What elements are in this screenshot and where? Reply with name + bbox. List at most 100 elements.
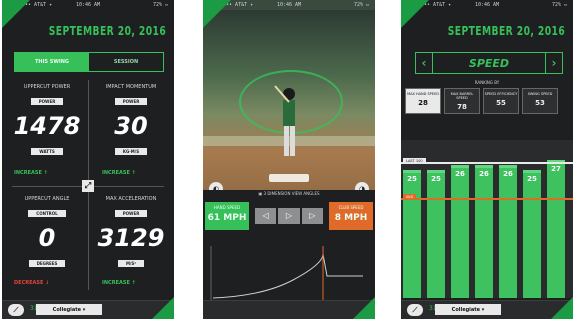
chevron-left-icon[interactable]: ‹ [416, 53, 433, 73]
metric-card[interactable]: UPPERCUT ANGLE CONTROL 0 DEGREES [10, 196, 84, 270]
bar-value-label: 25 [527, 175, 537, 183]
chip-value: 55 [496, 99, 506, 107]
bottom-bar: ⟋ 31 Collegiate ▾ [401, 300, 573, 319]
action-corner-button[interactable] [551, 297, 573, 319]
chip-label: SWING SPEED [527, 92, 553, 96]
metric-chips: MAX HAND SPEED 28 MAX BARREL SPEED 78 SP… [405, 88, 573, 114]
metric-card[interactable]: IMPACT MOMENTUM POWER 30 KG·M/S [94, 84, 168, 158]
metric-value: 30 [114, 112, 148, 140]
battery-label: 72% ▭ [353, 2, 369, 8]
swing-bars[interactable]: 27 25 26 26 26 25 25 LAST 100 AVG [401, 140, 573, 298]
step-back-button[interactable]: ◁ [255, 208, 277, 224]
screen-this-swing: ••••• AT&T ✦ 10:46 AM 72% ▭ SEPTEMBER 20… [2, 0, 174, 319]
club-speed-label: CLUB SPEED [338, 205, 364, 210]
metric-label: MAX ACCELERATION [105, 196, 157, 202]
battery-label: 72% ▭ [551, 2, 567, 8]
metric-label: UPPERCUT POWER [23, 84, 71, 90]
metric-value: 3129 [97, 224, 165, 252]
bat-icon[interactable]: ⟋ [8, 304, 24, 316]
metric-category-badge: POWER [114, 210, 148, 217]
bar-value-label: 25 [407, 175, 417, 183]
session-date: SEPTEMBER 20, 2016 [48, 24, 166, 38]
metric-unit: M/S² [117, 260, 145, 267]
chip-label: MAX HAND SPEED [407, 92, 439, 96]
bar-value-label: 25 [431, 175, 441, 183]
metric-selector-label: SPEED [468, 56, 510, 70]
chip-value: 28 [418, 99, 428, 107]
hand-speed-box: HAND SPEED 61 MPH [205, 202, 249, 230]
expand-icon[interactable]: ⤢ [82, 180, 94, 192]
battery-label: 72% ▭ [152, 2, 168, 8]
swing-bar[interactable]: 25 [523, 170, 541, 298]
action-corner-button[interactable] [353, 297, 375, 319]
view-angle-label[interactable]: ▣ 3 DIMENSION VIEW ANGLES [203, 190, 375, 198]
swing-bar[interactable]: 26 [499, 165, 517, 298]
metric-unit: DEGREES [28, 260, 66, 267]
bat-icon[interactable]: ⟋ [407, 304, 423, 316]
bar-value-label: 26 [479, 170, 489, 178]
average-tag: AVG [403, 194, 417, 200]
ranking-label: RANKING BY [474, 80, 500, 85]
action-corner-button[interactable] [152, 297, 174, 319]
metric-value: 1478 [13, 112, 81, 140]
reference-line [401, 162, 573, 164]
batter-figure [274, 85, 295, 156]
playback-controls: ◁ ▷ ▷ [255, 208, 323, 224]
bar-value-label: 26 [503, 170, 513, 178]
swing-bar[interactable]: 25 [427, 170, 445, 298]
swing-bar[interactable]: 26 [451, 165, 469, 298]
playback-panel: HAND SPEED 61 MPH ◁ ▷ ▷ CLUB SPEED 8 MPH [203, 198, 375, 236]
play-button[interactable]: ▷ [278, 208, 300, 224]
metric-selector: ‹ SPEED › [415, 52, 563, 74]
bottom-bar [203, 300, 375, 319]
chip-max-barrel-speed[interactable]: MAX BARREL SPEED 78 [444, 88, 480, 114]
metric-category-badge: POWER [30, 98, 64, 105]
level-label: Collegiate [52, 306, 82, 313]
metric-category-badge: CONTROL [28, 210, 66, 217]
trend-indicator: INCREASE ↑ [102, 170, 136, 176]
menu-corner-button[interactable] [2, 0, 30, 28]
screen-3d-view: ••••• AT&T ✦ 10:46 AM 72% ▭ ◐ ◑ ▣ 3 DIME… [203, 0, 375, 319]
chip-value: 78 [457, 103, 467, 111]
trend-indicator: INCREASE ↑ [14, 170, 48, 176]
level-selector[interactable]: Collegiate ▾ [435, 304, 501, 315]
swing-tabs: THIS SWING SESSION [14, 52, 164, 72]
swing-bar[interactable]: 27 [547, 160, 565, 298]
metric-value: 0 [38, 224, 56, 252]
swing-bar[interactable]: 25 [403, 170, 421, 298]
step-forward-button[interactable]: ▷ [301, 208, 323, 224]
club-speed-value: 8 MPH [334, 213, 368, 223]
tab-session[interactable]: SESSION [89, 53, 163, 71]
swing-bar[interactable]: 26 [475, 165, 493, 298]
menu-corner-button[interactable] [203, 0, 231, 28]
chip-swing-speed[interactable]: SWING SPEED 53 [522, 88, 558, 114]
bar-value-label: 27 [551, 165, 561, 173]
chip-max-hand-speed[interactable]: MAX HAND SPEED 28 [405, 88, 441, 114]
hand-speed-label: HAND SPEED [213, 205, 241, 210]
metric-category-badge: POWER [114, 98, 148, 105]
metric-label: UPPERCUT ANGLE [24, 196, 70, 202]
screen-speed-ranking: ••••• AT&T ✦ 10:46 AM 72% ▭ SEPTEMBER 20… [401, 0, 573, 319]
trend-indicator: DECREASE ↓ [14, 280, 50, 286]
menu-corner-button[interactable] [401, 0, 429, 28]
chevron-right-icon[interactable]: › [545, 53, 562, 73]
club-speed-box: CLUB SPEED 8 MPH [329, 202, 373, 230]
bar-value-label: 26 [455, 170, 465, 178]
home-plate [269, 174, 309, 182]
average-line [401, 198, 573, 200]
chip-speed-efficiency[interactable]: SPEED EFFICIENCY 55 [483, 88, 519, 114]
metric-unit: KG·M/S [114, 148, 148, 155]
metric-card[interactable]: UPPERCUT POWER POWER 1478 WATTS [10, 84, 84, 158]
chip-label: MAX BARREL SPEED [450, 92, 474, 100]
tab-this-swing[interactable]: THIS SWING [15, 53, 89, 71]
metric-unit: WATTS [31, 148, 63, 155]
session-date: SEPTEMBER 20, 2016 [447, 24, 565, 38]
metric-label: IMPACT MOMENTUM [105, 84, 157, 90]
metric-card[interactable]: MAX ACCELERATION POWER 3129 M/S² [94, 196, 168, 270]
level-label: Collegiate [451, 306, 481, 313]
batting-scene[interactable]: ◐ ◑ [203, 10, 375, 200]
reference-tag: LAST 100 [403, 158, 426, 164]
level-selector[interactable]: Collegiate ▾ [36, 304, 102, 315]
chip-label: SPEED EFFICIENCY [484, 92, 518, 96]
chip-value: 53 [535, 99, 545, 107]
